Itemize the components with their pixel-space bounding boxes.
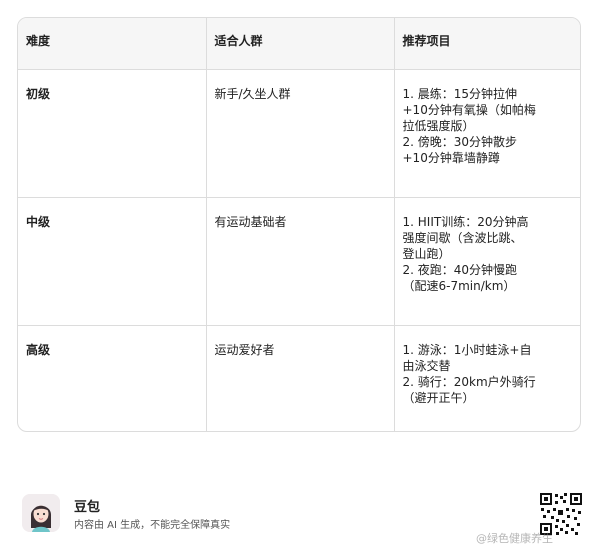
row-audience: 有运动基础者 <box>206 197 395 326</box>
item-line: 1. HIIT训练：20分钟高 <box>402 214 529 229</box>
table-row: 高级 运动爱好者 1. 游泳：1小时蛙泳+自 由泳交替 2. 骑行：20km户外… <box>18 325 580 431</box>
item-line: 1. 游泳：1小时蛙泳+自 <box>402 342 532 357</box>
row-audience: 新手/久坐人群 <box>206 69 395 198</box>
item-line: +10分钟靠墙静蹲 <box>402 150 500 165</box>
table-header-row: 难度 适合人群 推荐项目 <box>18 18 580 70</box>
item-line: （配速6-7min/km） <box>402 278 516 293</box>
brand-name: 豆包 <box>74 500 101 515</box>
table-row: 中级 有运动基础者 1. HIIT训练：20分钟高 强度间歇（含波比跳、 登山跑… <box>18 197 580 326</box>
row-audience: 运动爱好者 <box>206 325 395 431</box>
item-line: 2. 骑行：20km户外骑行 <box>402 374 536 389</box>
row-level: 高级 <box>18 325 207 431</box>
recommendation-table: 难度 适合人群 推荐项目 初级 新手/久坐人群 1. 晨练：15分钟拉伸 +10… <box>18 18 580 431</box>
watermark: @绿色健康养生 <box>476 532 553 545</box>
item-line: 强度间歇（含波比跳、 <box>402 230 523 245</box>
row-level: 初级 <box>18 69 207 198</box>
item-line: （避开正午） <box>402 390 475 405</box>
ai-disclaimer: 内容由 AI 生成，不能完全保障真实 <box>74 520 231 531</box>
header-audience: 适合人群 <box>206 18 395 70</box>
ai-footer: 豆包 内容由 AI 生成，不能完全保障真实 <box>22 494 322 534</box>
item-line: 登山跑） <box>402 246 451 261</box>
item-line: 2. 傍晚：30分钟散步 <box>402 134 518 149</box>
item-line: 2. 夜跑：40分钟慢跑 <box>402 262 518 277</box>
row-level: 中级 <box>18 197 207 326</box>
item-line: 由泳交替 <box>402 358 451 373</box>
avatar-girl-icon <box>22 494 60 532</box>
item-line: +10分钟有氧操（如帕梅 <box>402 102 536 117</box>
row-items: 1. 晨练：15分钟拉伸 +10分钟有氧操（如帕梅 拉低强度版） 2. 傍晚：3… <box>394 69 580 198</box>
row-items: 1. HIIT训练：20分钟高 强度间歇（含波比跳、 登山跑） 2. 夜跑：40… <box>394 197 580 326</box>
table-row: 初级 新手/久坐人群 1. 晨练：15分钟拉伸 +10分钟有氧操（如帕梅 拉低强… <box>18 69 580 198</box>
recommendation-table-card: 难度 适合人群 推荐项目 初级 新手/久坐人群 1. 晨练：15分钟拉伸 +10… <box>17 17 581 432</box>
item-line: 1. 晨练：15分钟拉伸 <box>402 86 518 101</box>
header-level: 难度 <box>18 18 207 70</box>
header-items: 推荐项目 <box>394 18 580 70</box>
item-line: 拉低强度版） <box>402 118 475 133</box>
row-items: 1. 游泳：1小时蛙泳+自 由泳交替 2. 骑行：20km户外骑行 （避开正午） <box>394 325 580 431</box>
